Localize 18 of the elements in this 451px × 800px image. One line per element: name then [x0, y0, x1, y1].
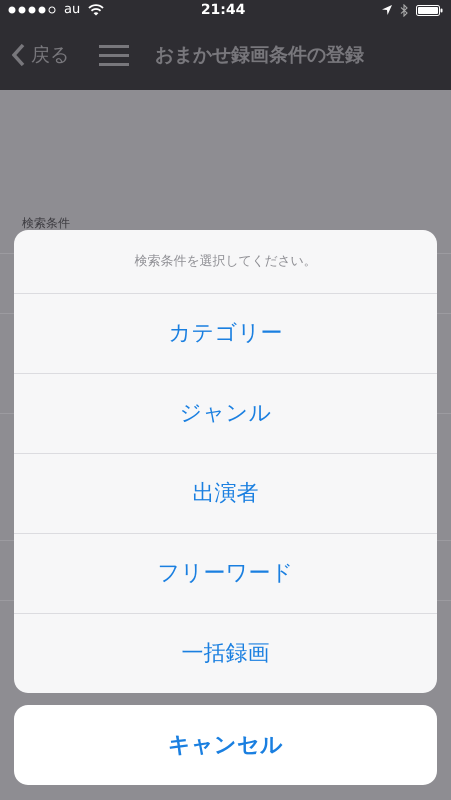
sheet-option[interactable]: 一括録画 — [14, 613, 437, 693]
wifi-icon — [88, 4, 104, 16]
sheet-option[interactable]: ジャンル — [14, 373, 437, 453]
bluetooth-icon — [400, 4, 408, 16]
chevron-left-icon — [12, 43, 25, 67]
location-arrow-icon — [382, 5, 392, 15]
menu-icon[interactable] — [99, 44, 129, 66]
sheet-option[interactable]: フリーワード — [14, 533, 437, 613]
cancel-button[interactable]: キャンセル — [14, 705, 437, 785]
sheet-option[interactable]: 出演者 — [14, 453, 437, 533]
battery-icon — [416, 4, 443, 16]
clock-time: 21:44 — [200, 0, 246, 20]
section-label: 検索条件 — [22, 216, 70, 230]
screen-title: おまかせ録画条件の登録 — [155, 42, 364, 68]
back-button[interactable]: 戻る — [12, 40, 69, 70]
sheet-message: 検索条件を選択してください。 — [134, 252, 316, 271]
sheet-option[interactable]: カテゴリー — [14, 293, 437, 373]
carrier-name: au — [64, 1, 80, 20]
